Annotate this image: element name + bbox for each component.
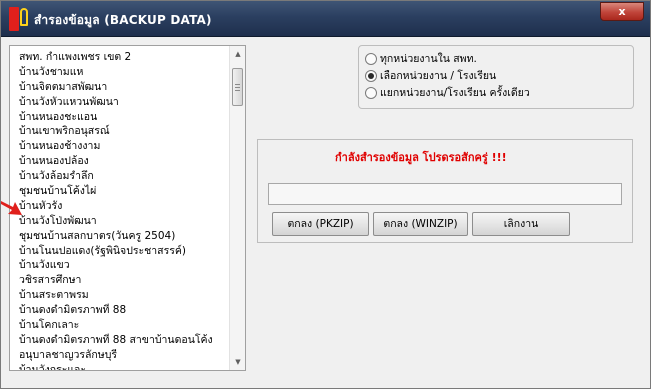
radio-option-select[interactable]: เลือกหน่วยงาน / โรงเรียน	[365, 69, 496, 84]
grip-line	[235, 87, 240, 88]
list-item[interactable]: บ้านสระตาพรม	[10, 288, 228, 303]
list-item[interactable]: บ้านเขาพริกอนุสรณ์	[10, 124, 228, 139]
radio-option-separate[interactable]: แยกหน่วยงาน/โรงเรียน ครั้งเดียว	[365, 86, 530, 101]
list-item[interactable]: ชุมชนบ้านสลกบาตร(วันครู 2504)	[10, 229, 228, 244]
grip-line	[235, 84, 240, 85]
list-item[interactable]: บ้านวังล้อมรำลึก	[10, 169, 228, 184]
list-item[interactable]: บ้านโนนปอแดง(รัฐพินิจประชาสรรค์)	[10, 244, 228, 259]
radio-button[interactable]	[365, 87, 377, 99]
list-item[interactable]: สพท. กำแพงเพชร เขต 2	[10, 50, 228, 65]
window-title: สำรองข้อมูล (BACKUP DATA)	[34, 13, 212, 27]
list-item[interactable]: บ้านจิตตมาสพัฒนา	[10, 80, 228, 95]
school-list: สพท. กำแพงเพชร เขต 2 บ้านวังชามแห บ้านจิตต…	[10, 50, 228, 370]
cancel-button[interactable]: เลิกงาน	[472, 212, 570, 236]
radio-option-all[interactable]: ทุกหน่วยงานใน สพท.	[365, 52, 477, 67]
grip-line	[235, 90, 240, 91]
list-item[interactable]: อนุบาลชาญวรลักษบุรี	[10, 348, 228, 363]
app-icon	[9, 7, 19, 31]
list-item[interactable]: บ้านวังแขว	[10, 258, 228, 273]
list-item[interactable]: บ้านหนองชะแอน	[10, 110, 228, 125]
scope-radio-group: ทุกหน่วยงานใน สพท. เลือกหน่วยงาน / โรงเร…	[358, 45, 634, 109]
red-pointer-arrow-icon	[1, 201, 22, 215]
ok-winzip-button[interactable]: ตกลง (WINZIP)	[373, 212, 468, 236]
scroll-up-arrow-icon[interactable]: ▲	[230, 46, 245, 62]
radio-button[interactable]	[365, 70, 377, 82]
radio-label: เลือกหน่วยงาน / โรงเรียน	[380, 70, 497, 82]
ok-pkzip-button[interactable]: ตกลง (PKZIP)	[272, 212, 369, 236]
list-item[interactable]: บ้านวังชามแห	[10, 65, 228, 80]
progress-field	[268, 183, 622, 205]
radio-button[interactable]	[365, 53, 377, 65]
status-message: กำลังสำรองข้อมูล โปรดรอสักครู่ !!!	[335, 151, 507, 164]
scroll-down-arrow-icon[interactable]: ▼	[230, 354, 245, 370]
scroll-thumb[interactable]	[232, 68, 243, 106]
list-item[interactable]: บ้านโคกเลาะ	[10, 318, 228, 333]
list-item[interactable]: บ้านดงดำมิตรภาพที่ 88 สาขาบ้านดอนโค้ง	[10, 333, 228, 348]
key-icon	[20, 8, 28, 26]
radio-label: ทุกหน่วยงานใน สพท.	[380, 53, 477, 65]
list-item[interactable]: บ้านหัวรัง	[10, 199, 228, 214]
backup-dialog-window: สำรองข้อมูล (BACKUP DATA) x สพท. กำแพงเพ…	[0, 0, 651, 389]
list-item[interactable]: บ้านวังหัวแหวนพัฒนา	[10, 95, 228, 110]
list-item[interactable]: บ้านวังกระแจะ	[10, 363, 228, 370]
close-button[interactable]: x	[600, 2, 644, 21]
list-item[interactable]: ชุมชนบ้านโค้งไผ่	[10, 184, 228, 199]
radio-label: แยกหน่วยงาน/โรงเรียน ครั้งเดียว	[380, 87, 530, 99]
school-listbox[interactable]: สพท. กำแพงเพชร เขต 2 บ้านวังชามแห บ้านจิตต…	[9, 45, 246, 371]
list-scrollbar[interactable]: ▲ ▼	[229, 46, 245, 370]
list-item[interactable]: วชิรสารศึกษา	[10, 273, 228, 288]
list-item[interactable]: บ้านวังโป่งพัฒนา	[10, 214, 228, 229]
list-item[interactable]: บ้านดงดำมิตรภาพที่ 88	[10, 303, 228, 318]
title-bar[interactable]: สำรองข้อมูล (BACKUP DATA) x	[1, 1, 650, 37]
